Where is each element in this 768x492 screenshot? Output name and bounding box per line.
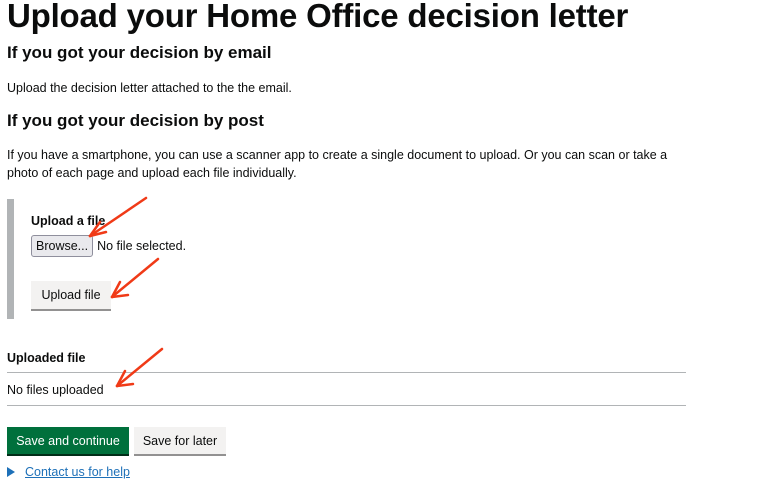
upload-file-button[interactable]: Upload file: [31, 281, 111, 309]
file-status: No file selected.: [97, 239, 187, 253]
upload-panel: Upload a file Browse... No file selected…: [7, 199, 667, 319]
page: Upload your Home Office decision letter …: [0, 0, 768, 492]
save-and-continue-button[interactable]: Save and continue: [7, 427, 129, 454]
help-details[interactable]: Contact us for help: [7, 465, 130, 479]
no-files-text: No files uploaded: [7, 383, 104, 397]
triangle-right-icon: [7, 467, 15, 477]
email-instructions: Upload the decision letter attached to t…: [7, 81, 292, 95]
page-title: Upload your Home Office decision letter: [7, 0, 629, 34]
post-heading: If you got your decision by post: [7, 111, 264, 130]
upload-file-label: Upload a file: [31, 214, 106, 228]
post-instructions: If you have a smartphone, you can use a …: [7, 148, 668, 180]
save-for-later-button[interactable]: Save for later: [134, 427, 226, 454]
divider: [7, 372, 686, 373]
contact-help-link[interactable]: Contact us for help: [25, 465, 130, 479]
file-input[interactable]: Browse... No file selected.: [31, 235, 186, 257]
arrow-icon: [115, 347, 164, 388]
uploaded-file-heading: Uploaded file: [7, 351, 86, 365]
browse-button[interactable]: Browse...: [31, 235, 94, 257]
divider: [7, 405, 686, 406]
email-heading: If you got your decision by email: [7, 43, 272, 62]
